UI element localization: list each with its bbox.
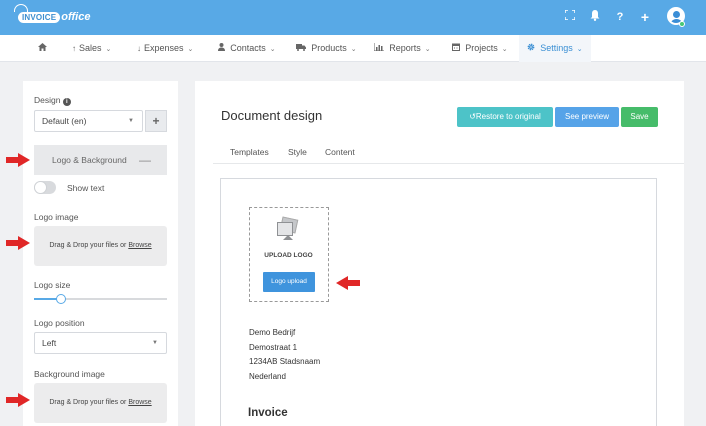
- bell-icon[interactable]: [588, 10, 602, 24]
- logo-size-label: Logo size: [34, 280, 71, 290]
- browse-link[interactable]: Browse: [128, 242, 151, 249]
- collapse-icon: —: [139, 153, 151, 167]
- logo-background-accordion[interactable]: Logo & Background —: [34, 145, 167, 175]
- nav-home[interactable]: [38, 35, 50, 62]
- annotation-arrow: [6, 153, 30, 167]
- show-text-toggle[interactable]: [34, 181, 56, 194]
- calendar-icon: [452, 43, 462, 53]
- bar-chart-icon: [373, 43, 386, 53]
- logo-upload-button[interactable]: Logo upload: [263, 272, 315, 292]
- nav-projects[interactable]: Projects ⌄: [452, 35, 508, 62]
- company-street: Demostraat 1: [249, 343, 298, 352]
- background-image-dropzone[interactable]: Drag & Drop your files or Browse: [34, 383, 167, 423]
- nav-settings[interactable]: Settings ⌄: [519, 35, 591, 62]
- design-label: Design i: [34, 95, 71, 106]
- download-arrow-icon: ↓: [137, 44, 141, 53]
- tab-style[interactable]: Style: [288, 147, 307, 157]
- document-design-panel: Document design ↺Restore to original See…: [195, 81, 684, 426]
- chevron-down-icon: ⌄: [576, 46, 583, 53]
- logo-position-select[interactable]: Left ▼: [34, 332, 167, 354]
- page-title: Document design: [221, 108, 323, 123]
- design-settings-panel: Design i Default (en) ▼ + Logo & Backgro…: [23, 81, 178, 426]
- toggle-knob: [34, 181, 47, 194]
- invoice-heading: Invoice: [248, 407, 288, 419]
- caret-down-icon: ▼: [128, 118, 134, 124]
- tab-templates[interactable]: Templates: [230, 147, 269, 157]
- home-icon: [38, 43, 47, 53]
- tab-content[interactable]: Content: [325, 147, 355, 157]
- save-button[interactable]: Save: [621, 107, 658, 127]
- nav-reports[interactable]: Reports ⌄: [373, 35, 431, 62]
- main-nav: ↑ Sales ⌄ ↓ Expenses ⌄ Contacts ⌄ Products ⌄ R…: [0, 35, 706, 62]
- logo-size-slider[interactable]: [34, 294, 167, 304]
- truck-icon: [296, 44, 308, 53]
- background-image-label: Background image: [34, 369, 105, 379]
- info-icon[interactable]: i: [62, 98, 71, 106]
- design-tabs: Templates Style Content: [213, 143, 684, 164]
- gear-icon: [527, 43, 537, 53]
- annotation-arrow: [6, 236, 30, 250]
- logo-image-label: Logo image: [34, 212, 79, 222]
- show-text-label: Show text: [67, 183, 105, 193]
- slider-handle[interactable]: [55, 294, 66, 304]
- fullscreen-icon[interactable]: [563, 9, 577, 24]
- design-select[interactable]: Default (en) ▼: [34, 110, 143, 132]
- document-canvas: UPLOAD LOGO Logo upload Demo Bedrijf Dem…: [220, 178, 657, 426]
- avatar-head: [673, 11, 680, 18]
- user-icon: [218, 43, 227, 53]
- nav-expenses[interactable]: ↓ Expenses ⌄: [137, 35, 193, 62]
- image-icon: [275, 216, 299, 240]
- nav-sales[interactable]: ↑ Sales ⌄: [72, 35, 111, 62]
- chevron-down-icon: ⌄: [105, 46, 112, 53]
- help-icon[interactable]: ?: [613, 10, 627, 24]
- add-design-button[interactable]: +: [145, 110, 167, 132]
- logo-image-dropzone[interactable]: Drag & Drop your files or Browse: [34, 226, 167, 266]
- browse-link[interactable]: Browse: [128, 399, 151, 406]
- restore-original-button[interactable]: ↺Restore to original: [457, 107, 553, 127]
- upload-arrow-icon: ↑: [72, 44, 76, 53]
- logo-upload-area[interactable]: UPLOAD LOGO Logo upload: [249, 207, 329, 302]
- see-preview-button[interactable]: See preview: [555, 107, 619, 127]
- app-logo[interactable]: INVOICE office: [14, 4, 90, 26]
- cloud-icon: [14, 4, 28, 12]
- upload-logo-title: UPLOAD LOGO: [264, 252, 313, 259]
- online-status-dot: [679, 21, 685, 27]
- company-country: Nederland: [249, 372, 286, 381]
- company-postal-city: 1234AB Stadsnaam: [249, 357, 321, 366]
- top-bar: INVOICE office ? +: [0, 0, 706, 35]
- undo-icon: ↺: [469, 112, 476, 121]
- chevron-down-icon: ⌄: [501, 46, 508, 53]
- annotation-arrow: [6, 393, 30, 407]
- chevron-down-icon: ⌄: [269, 46, 276, 53]
- nav-contacts[interactable]: Contacts ⌄: [218, 35, 276, 62]
- logo-position-label: Logo position: [34, 318, 85, 328]
- caret-down-icon: ▼: [152, 340, 158, 346]
- chevron-down-icon: ⌄: [350, 46, 357, 53]
- annotation-arrow: [336, 276, 360, 290]
- chevron-down-icon: ⌄: [424, 46, 431, 53]
- add-icon[interactable]: +: [638, 10, 652, 24]
- company-name: Demo Bedrijf: [249, 328, 296, 337]
- nav-products[interactable]: Products ⌄: [296, 35, 357, 62]
- chevron-down-icon: ⌄: [187, 46, 194, 53]
